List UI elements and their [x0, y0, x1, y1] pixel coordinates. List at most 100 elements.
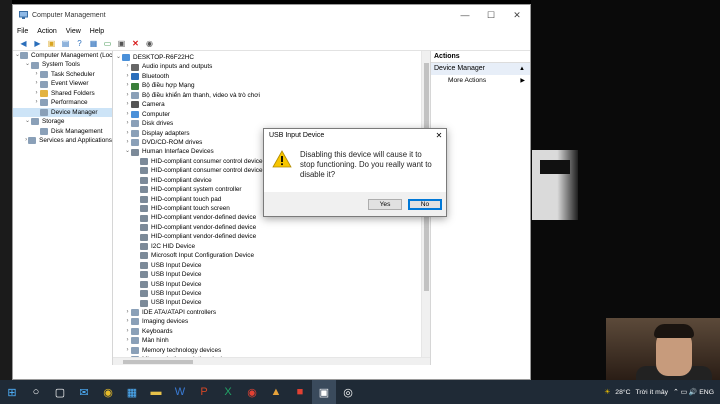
- chevron-right-icon[interactable]: ›: [124, 336, 131, 345]
- chevron-right-icon[interactable]: ›: [124, 100, 131, 109]
- device-item[interactable]: USB Input Device: [113, 289, 430, 298]
- chevron-right-icon[interactable]: ›: [124, 317, 131, 326]
- properties-icon[interactable]: ▤: [59, 38, 72, 49]
- chevron-right-icon[interactable]: ›: [124, 91, 131, 100]
- tree-item[interactable]: › Shared Folders: [13, 89, 112, 98]
- update-driver-icon[interactable]: ▣: [115, 38, 128, 49]
- expand-down-icon[interactable]: ⌄: [24, 117, 31, 126]
- chevron-right-icon[interactable]: ›: [124, 119, 131, 128]
- scan-hardware-icon[interactable]: ◉: [143, 38, 156, 49]
- device-item[interactable]: › Keyboards: [113, 327, 430, 336]
- chevron-right-icon[interactable]: ›: [33, 89, 40, 98]
- device-item[interactable]: USB Input Device: [113, 298, 430, 307]
- device-item[interactable]: ⌄ DESKTOP-R6F22HC: [113, 53, 430, 62]
- minimize-button[interactable]: —: [452, 10, 478, 21]
- device-label: HID-compliant touch pad: [151, 195, 222, 203]
- menu-view[interactable]: View: [66, 28, 81, 35]
- chevron-right-icon[interactable]: ›: [33, 70, 40, 79]
- monitor-icon[interactable]: ▭: [101, 38, 114, 49]
- chevron-right-icon[interactable]: ›: [124, 308, 131, 317]
- device-item[interactable]: › Bộ điều hợp Mạng: [113, 81, 430, 90]
- device-item[interactable]: › Bộ điều khiển âm thanh, video và trò ch…: [113, 91, 430, 100]
- horizontal-scrollbar[interactable]: [113, 357, 430, 365]
- tree-item[interactable]: › Task Scheduler: [13, 70, 112, 79]
- device-item[interactable]: USB Input Device: [113, 261, 430, 270]
- photos-icon[interactable]: ▲: [264, 380, 288, 404]
- device-item[interactable]: › Màn hình: [113, 336, 430, 345]
- show-hide-icon[interactable]: ▦: [87, 38, 100, 49]
- mail-icon[interactable]: ✉: [72, 380, 96, 404]
- tree-item[interactable]: › Performance: [13, 98, 112, 107]
- tree-item[interactable]: ⌄ System Tools: [13, 60, 112, 69]
- dialog-title-bar[interactable]: USB Input Device ✕: [264, 129, 446, 142]
- device-item[interactable]: › Imaging devices: [113, 317, 430, 326]
- tree-item[interactable]: › Services and Applications: [13, 136, 112, 145]
- disable-device-dialog: USB Input Device ✕ Disabling this device…: [263, 128, 447, 217]
- chevron-right-icon[interactable]: ›: [124, 110, 131, 119]
- tree-item[interactable]: ⌄ Storage: [13, 117, 112, 126]
- no-button[interactable]: No: [408, 198, 442, 210]
- chevron-right-icon[interactable]: ›: [124, 81, 131, 90]
- device-item[interactable]: HID-compliant vendor-defined device: [113, 223, 430, 232]
- back-arrow-icon[interactable]: ◀: [17, 38, 30, 49]
- chevron-right-icon[interactable]: ›: [124, 346, 131, 355]
- device-item[interactable]: USB Input Device: [113, 270, 430, 279]
- device-item[interactable]: › Bluetooth: [113, 72, 430, 81]
- tree-item[interactable]: › Event Viewer: [13, 79, 112, 88]
- excel-icon[interactable]: X: [216, 380, 240, 404]
- chevron-right-icon[interactable]: ›: [124, 327, 131, 336]
- tray-icons[interactable]: ⌃ ▭ 🔊 ENG: [673, 388, 714, 396]
- chevron-right-icon[interactable]: ›: [33, 79, 40, 88]
- store-icon[interactable]: ▦: [120, 380, 144, 404]
- maximize-button[interactable]: ☐: [478, 10, 504, 21]
- device-item[interactable]: USB Input Device: [113, 280, 430, 289]
- menu-file[interactable]: File: [17, 28, 28, 35]
- chevron-right-icon[interactable]: ›: [124, 72, 131, 81]
- weather-text[interactable]: Trời ít mây: [635, 389, 668, 396]
- chrome-icon[interactable]: ◉: [96, 380, 120, 404]
- chevron-right-icon[interactable]: ›: [124, 62, 131, 71]
- explorer-icon[interactable]: ▬: [144, 380, 168, 404]
- menu-help[interactable]: Help: [90, 28, 104, 35]
- dialog-close-button[interactable]: ✕: [432, 131, 446, 140]
- close-button[interactable]: ✕: [504, 10, 530, 21]
- menu-action[interactable]: Action: [37, 28, 56, 35]
- device-item[interactable]: › Computer: [113, 110, 430, 119]
- expand-down-icon[interactable]: ⌄: [24, 60, 31, 69]
- pdf-icon[interactable]: ■: [288, 380, 312, 404]
- tree-item[interactable]: ⌄ Computer Management (Local: [13, 51, 112, 60]
- title-bar[interactable]: Computer Management — ☐ ✕: [13, 5, 530, 25]
- device-item[interactable]: › Audio inputs and outputs: [113, 62, 430, 71]
- tree-item[interactable]: Device Manager: [13, 107, 112, 118]
- weather-temp[interactable]: 28°C: [615, 389, 630, 396]
- help-icon[interactable]: ?: [73, 38, 86, 49]
- chevron-right-icon[interactable]: ›: [124, 138, 131, 147]
- uninstall-icon[interactable]: ✕: [129, 38, 142, 49]
- device-item[interactable]: Microsoft Input Configuration Device: [113, 251, 430, 260]
- device-item[interactable]: › Memory technology devices: [113, 346, 430, 355]
- device-item[interactable]: › IDE ATA/ATAPI controllers: [113, 308, 430, 317]
- chevron-right-icon[interactable]: ›: [124, 129, 131, 138]
- device-item[interactable]: HID-compliant vendor-defined device: [113, 232, 430, 241]
- device-item[interactable]: I2C HID Device: [113, 242, 430, 251]
- up-folder-icon[interactable]: ▣: [45, 38, 58, 49]
- device-item[interactable]: › Camera: [113, 100, 430, 109]
- expand-down-icon[interactable]: ⌄: [115, 53, 122, 62]
- tree-item[interactable]: Disk Management: [13, 127, 112, 136]
- expand-down-icon[interactable]: ⌄: [124, 147, 131, 156]
- task-view-icon[interactable]: ▢: [48, 380, 72, 404]
- yes-button[interactable]: Yes: [368, 198, 402, 210]
- forward-arrow-icon[interactable]: ▶: [31, 38, 44, 49]
- powerpoint-icon[interactable]: P: [192, 380, 216, 404]
- actions-device-manager[interactable]: Device Manager ▲: [431, 63, 530, 75]
- computer-icon: [131, 110, 139, 118]
- media-icon[interactable]: ◎: [336, 380, 360, 404]
- search-icon[interactable]: ○: [24, 380, 48, 404]
- chevron-right-icon[interactable]: ›: [33, 98, 40, 107]
- more-actions[interactable]: More Actions ▶: [431, 75, 530, 87]
- windows-start-icon[interactable]: ⊞: [0, 380, 24, 404]
- word-icon[interactable]: W: [168, 380, 192, 404]
- computer-management-icon[interactable]: ▣: [312, 380, 336, 404]
- chrome-icon[interactable]: ◉: [240, 380, 264, 404]
- dialog-message: Disabling this device will cause it to s…: [300, 150, 432, 179]
